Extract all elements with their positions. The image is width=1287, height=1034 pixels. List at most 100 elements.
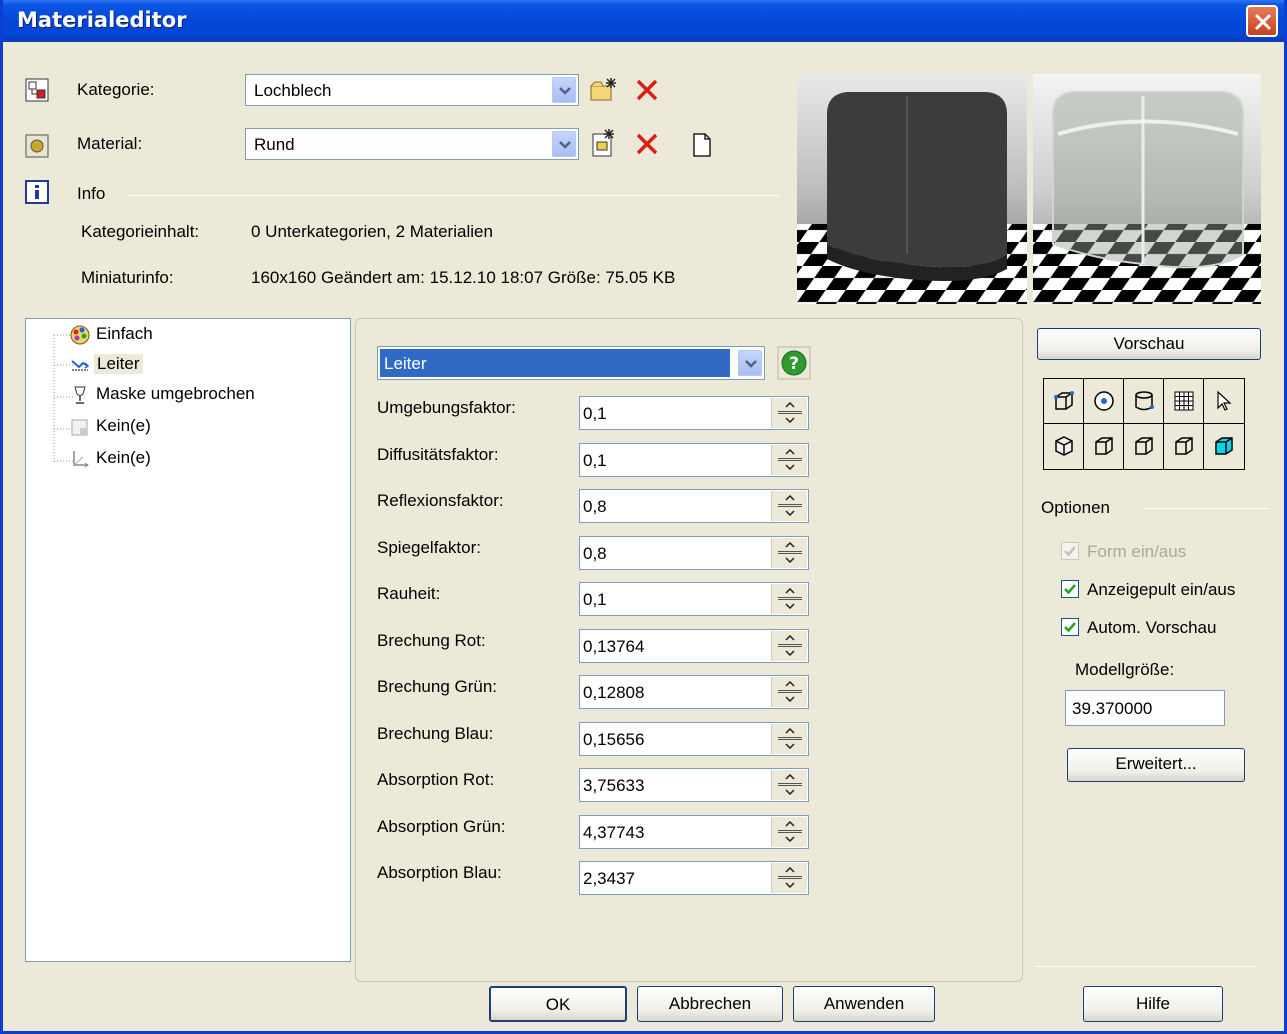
cube-solid-cyan-button[interactable] [1204,424,1245,469]
property-label: Absorption Grün: [377,817,506,836]
autom-vorschau-checkbox[interactable] [1061,618,1079,636]
tree-item-kein-1[interactable]: Kein(e) [54,413,204,443]
chevron-down-icon [785,510,795,516]
material-select[interactable]: Rund [245,128,579,160]
delete-material-icon[interactable] [635,132,659,156]
hilfe-button[interactable]: Hilfe [1083,986,1223,1022]
new-material-icon[interactable] [589,128,617,158]
anzeigepult-checkbox[interactable] [1061,580,1079,598]
property-label: Diffusitätsfaktor: [377,445,499,464]
spin-up-button[interactable] [778,632,802,645]
materialeditor-window: Materialeditor Kategorie: Lochblech Mate… [0,0,1287,1034]
property-spin-field[interactable]: 0,8 [579,536,809,570]
form-label: Form ein/aus [1087,542,1187,561]
anwenden-button[interactable]: Anwenden [793,986,935,1022]
grid-shape-button[interactable] [1164,379,1204,424]
property-spin-field[interactable]: 2,3437 [579,861,809,895]
new-category-icon[interactable] [589,76,619,104]
spin-down-button[interactable] [778,785,802,798]
form-checkbox[interactable] [1061,542,1079,560]
spin-up-button[interactable] [778,725,802,738]
cube-wire-view-1-button[interactable] [1084,424,1124,469]
delete-category-icon[interactable] [635,78,659,102]
spin-down-button[interactable] [778,460,802,473]
select-pointer-button[interactable] [1204,379,1245,424]
title-bar[interactable]: Materialeditor [3,0,1284,42]
property-value: 3,75633 [583,776,645,795]
help-icon[interactable]: ? [777,346,811,380]
miniaturinfo-label: Miniaturinfo: [81,268,174,287]
spin-up-button[interactable] [778,539,802,552]
cube-wire-view-3-button[interactable] [1164,424,1204,469]
chevron-down-icon [785,696,795,702]
spin-up-button[interactable] [778,678,802,691]
cube-wire-view-2-button[interactable] [1124,424,1164,469]
property-label: Spiegelfaktor: [377,538,481,557]
spin-up-button[interactable] [778,818,802,831]
chevron-down-icon[interactable] [552,77,576,103]
spin-down-button[interactable] [778,692,802,705]
close-button[interactable] [1246,5,1278,37]
checkmark-icon [1064,622,1076,633]
sphere-shape-button[interactable] [1084,379,1124,424]
material-type-tree[interactable]: Einfach Leiter Maske umgebrochen Kein(e) [25,318,351,962]
property-spin-field[interactable]: 0,1 [579,443,809,477]
property-spin-field[interactable]: 3,75633 [579,768,809,802]
erweitert-button[interactable]: Erweitert... [1067,748,1245,782]
property-spin-field[interactable]: 0,15656 [579,722,809,756]
spin-down-button[interactable] [778,553,802,566]
chevron-up-icon [785,728,795,734]
spin-up-button[interactable] [778,492,802,505]
spin-buttons [771,445,807,475]
spin-up-button[interactable] [778,771,802,784]
spin-down-button[interactable] [778,599,802,612]
property-spin-field[interactable]: 0,12808 [579,675,809,709]
property-value: 2,3437 [583,869,635,888]
spin-down-button[interactable] [778,878,802,891]
tree-item-label: Einfach [96,324,153,343]
chevron-down-icon [785,650,795,656]
chevron-down-icon[interactable] [552,131,576,157]
spin-buttons [771,538,807,568]
tree-item-kein-2[interactable]: Kein(e) [54,445,204,475]
spin-down-button[interactable] [778,413,802,426]
blank-document-icon[interactable] [691,132,713,158]
tree-item-einfach[interactable]: Einfach [54,321,204,351]
property-spin-field[interactable]: 0,1 [579,396,809,430]
box-icon [1054,391,1074,410]
vorschau-button[interactable]: Vorschau [1037,328,1261,360]
cube-wireframe-icon [1135,437,1153,455]
spin-up-button[interactable] [778,399,802,412]
property-spin-field[interactable]: 4,37743 [579,815,809,849]
chevron-down-icon [785,882,795,888]
modellgroesse-input[interactable]: 39.370000 [1065,690,1225,726]
tree-item-maske-umgebrochen[interactable]: Maske umgebrochen [54,381,344,411]
spin-up-button[interactable] [778,864,802,877]
chevron-down-icon [785,789,795,795]
material-type-select[interactable]: Leiter [377,346,765,380]
property-spin-field[interactable]: 0,13764 [579,629,809,663]
spin-down-button[interactable] [778,739,802,752]
ok-button[interactable]: OK [489,986,627,1022]
spin-up-button[interactable] [778,585,802,598]
spin-down-button[interactable] [778,832,802,845]
modellgroesse-value: 39.370000 [1072,699,1153,718]
chevron-up-icon [785,635,795,641]
property-spin-field[interactable]: 0,8 [579,489,809,523]
abbrechen-button[interactable]: Abbrechen [637,986,783,1022]
chevron-up-icon [785,449,795,455]
spin-down-button[interactable] [778,646,802,659]
property-spin-field[interactable]: 0,1 [579,582,809,616]
spin-down-button[interactable] [778,506,802,519]
cylinder-shape-button[interactable] [1124,379,1164,424]
chevron-down-icon[interactable] [738,350,762,376]
spin-buttons [771,631,807,661]
kategorie-select[interactable]: Lochblech [245,74,579,106]
spin-buttons [771,491,807,521]
property-value: 0,8 [583,497,607,516]
spin-up-button[interactable] [778,446,802,459]
tree-item-leiter[interactable]: Leiter [54,351,204,381]
spin-buttons [771,817,807,847]
cube-view-button[interactable] [1044,424,1084,469]
box-shape-button[interactable] [1044,379,1084,424]
